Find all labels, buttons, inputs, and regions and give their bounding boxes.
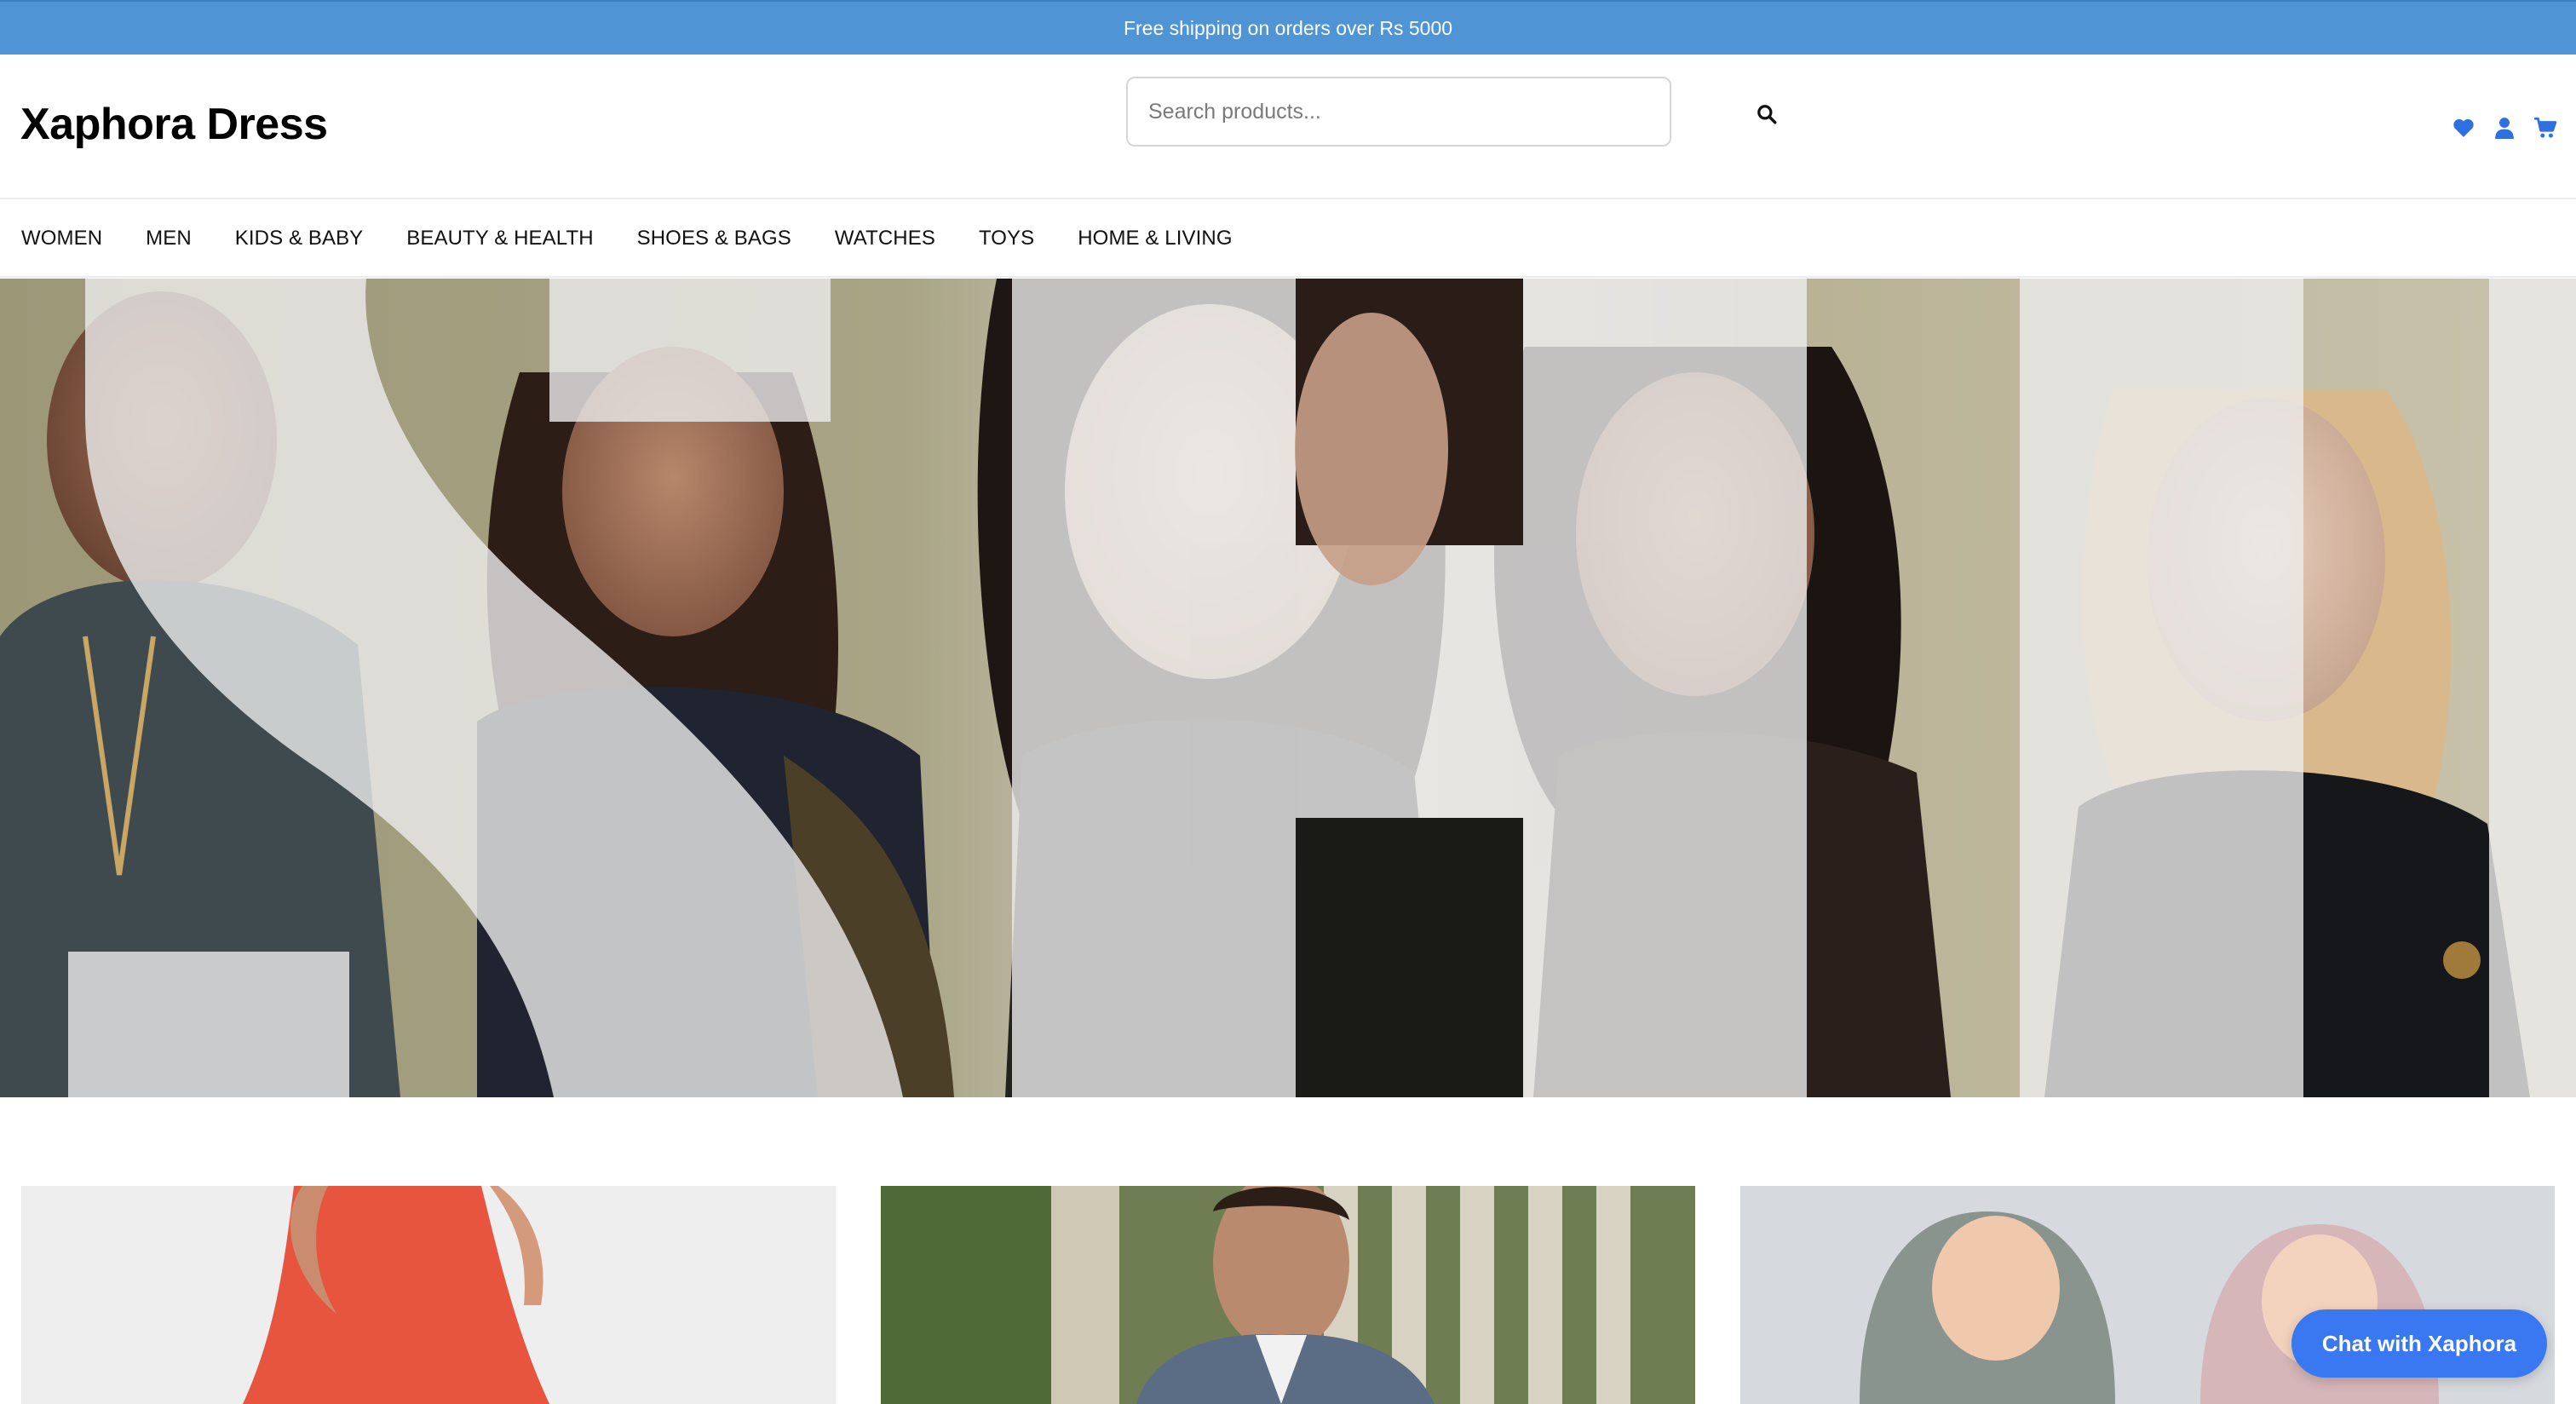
nav-item-watches[interactable]: WATCHES <box>835 227 935 250</box>
category-nav: WOMEN MEN KIDS & BABY BEAUTY & HEALTH SH… <box>0 201 2576 278</box>
category-cards <box>0 1186 2576 1404</box>
hero-banner[interactable] <box>0 279 2576 1097</box>
category-card-women[interactable] <box>21 1186 836 1404</box>
category-image-men <box>881 1186 1695 1404</box>
nav-item-women[interactable]: WOMEN <box>21 227 102 250</box>
user-icon[interactable] <box>2493 116 2516 140</box>
nav-item-shoes-bags[interactable]: SHOES & BAGS <box>637 227 791 250</box>
search-icon[interactable] <box>1750 97 1784 131</box>
hero-image <box>0 279 2576 1097</box>
nav-item-kids-baby[interactable]: KIDS & BABY <box>235 227 364 250</box>
site-header: Xaphora Dress <box>0 55 2576 199</box>
chat-button[interactable]: Chat with Xaphora <box>2291 1309 2547 1378</box>
site-logo[interactable]: Xaphora Dress <box>20 99 328 150</box>
nav-item-beauty-health[interactable]: BEAUTY & HEALTH <box>406 227 593 250</box>
header-actions <box>2452 116 2557 140</box>
category-image-women <box>21 1186 836 1404</box>
nav-item-home-living[interactable]: HOME & LIVING <box>1078 227 1232 250</box>
search-input[interactable] <box>1126 77 1671 147</box>
nav-item-toys[interactable]: TOYS <box>979 227 1034 250</box>
category-card-men[interactable] <box>881 1186 1695 1404</box>
chat-button-label: Chat with Xaphora <box>2321 1330 2517 1356</box>
announcement-text: Free shipping on orders over Rs 5000 <box>1123 16 1453 39</box>
announcement-bar: Free shipping on orders over Rs 5000 <box>0 0 2576 55</box>
nav-item-men[interactable]: MEN <box>146 227 192 250</box>
cart-icon[interactable] <box>2533 116 2557 140</box>
heart-icon[interactable] <box>2452 116 2475 140</box>
